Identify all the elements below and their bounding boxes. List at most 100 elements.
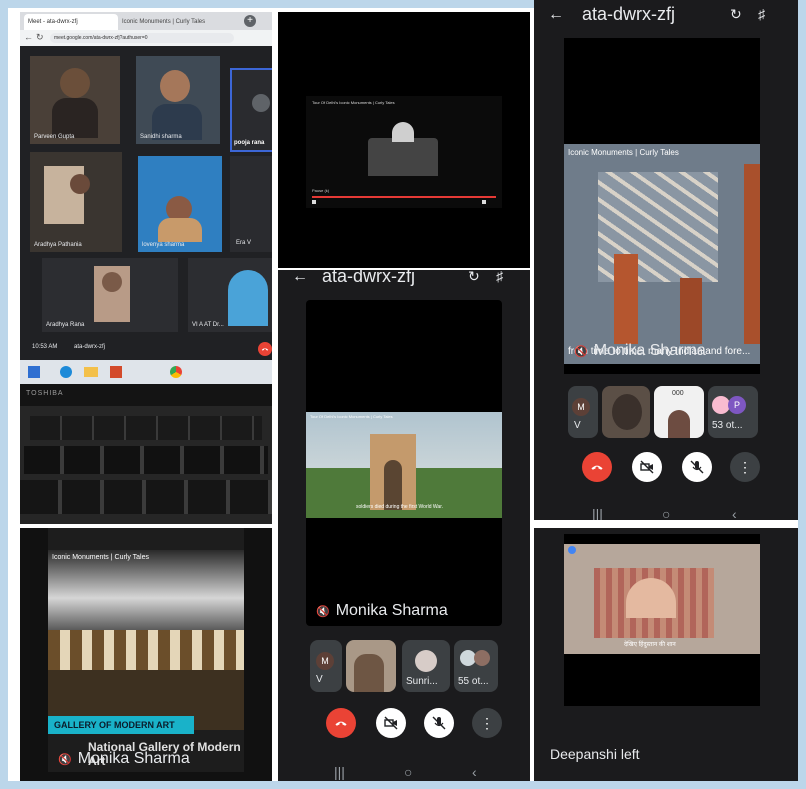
- video-progress-bar[interactable]: [312, 196, 496, 198]
- back-arrow-icon[interactable]: ←: [548, 6, 564, 24]
- mic-off-icon: 🔇: [316, 606, 330, 618]
- participant-name: pooja rana: [234, 140, 265, 146]
- participant-tile[interactable]: Aradhya Rana: [42, 258, 178, 332]
- edge-icon[interactable]: [60, 366, 72, 378]
- chrome-icon[interactable]: [170, 366, 182, 378]
- browser-address-bar[interactable]: ← ↻ meet.google.com/ata-dwrx-zfj?authuse…: [20, 30, 272, 46]
- participant-tile[interactable]: M V: [310, 640, 342, 692]
- laptop-bezel: TOSHIBA: [20, 384, 272, 406]
- participant-tile[interactable]: P 53 ot...: [708, 386, 758, 438]
- nav-home-icon[interactable]: ○: [662, 506, 670, 520]
- more-options-button[interactable]: ⋮: [472, 708, 502, 738]
- gallery-ceiling: [48, 550, 244, 630]
- video-title: Tour Of Delhi's Iconic Monuments | Curly…: [310, 414, 393, 419]
- new-tab-icon[interactable]: +: [244, 15, 256, 27]
- participant-tile[interactable]: Sanidhi sharma: [136, 56, 220, 144]
- nav-home-icon[interactable]: ○: [404, 764, 412, 780]
- video-controls[interactable]: [312, 200, 496, 206]
- avatar: [474, 650, 490, 666]
- avatar: P: [728, 396, 746, 414]
- end-call-button[interactable]: [582, 452, 612, 482]
- back-arrow-icon[interactable]: ←: [292, 270, 308, 286]
- participant-name: Aradhya Rana: [46, 322, 85, 328]
- back-icon[interactable]: ←: [24, 32, 33, 42]
- more-vert-icon: ⋮: [738, 459, 752, 475]
- speaker-icon[interactable]: ♯: [496, 270, 503, 284]
- participant-video: [160, 70, 190, 102]
- url-field[interactable]: meet.google.com/ata-dwrx-zfj?authuser=0: [50, 33, 234, 43]
- video-player[interactable]: Tour Of Delhi's Iconic Monuments | Curly…: [306, 96, 502, 208]
- participant-video: [228, 270, 268, 326]
- mic-toggle-button[interactable]: [424, 708, 454, 738]
- statue: [680, 278, 702, 344]
- speaker-icon[interactable]: ♯: [758, 6, 765, 22]
- participant-tile[interactable]: lovenya sharma: [138, 156, 222, 252]
- tab-meet[interactable]: Meet - ata-dwrx-zfj: [24, 14, 118, 30]
- participant-video: [70, 174, 90, 194]
- participant-tile[interactable]: [602, 386, 650, 438]
- camera-toggle-button[interactable]: [632, 452, 662, 482]
- tab-video[interactable]: Iconic Monuments | Curly Tales: [118, 14, 232, 30]
- presented-video: Iconic Monuments | Curly Tales GALLERY O…: [48, 528, 244, 772]
- meet-participant-grid: Parveen Gupta Sanidhi sharma pooja rana …: [20, 46, 272, 338]
- participant-tile[interactable]: Parveen Gupta: [30, 56, 120, 144]
- video-screenshot-panel: Tour Of Delhi's Iconic Monuments | Curly…: [278, 12, 530, 268]
- info-icon[interactable]: [568, 546, 576, 554]
- switch-camera-icon[interactable]: ↻: [730, 6, 742, 23]
- folder-icon[interactable]: [84, 367, 98, 377]
- video-progress-fill: [312, 196, 496, 198]
- participant-video: [612, 394, 642, 430]
- end-call-button[interactable]: [326, 708, 356, 738]
- participant-tile[interactable]: VI A AT Dr...: [188, 258, 272, 332]
- url-text: meet.google.com/ata-dwrx-zfj?authuser=0: [54, 35, 148, 41]
- mic-off-icon: 🔇: [574, 346, 588, 358]
- gallery-video-panel: Iconic Monuments | Curly Tales GALLERY O…: [20, 528, 272, 781]
- participant-video: [60, 68, 90, 98]
- participant-tile[interactable]: [346, 640, 396, 692]
- switch-camera-icon[interactable]: ↻: [468, 270, 480, 285]
- nav-recents-icon[interactable]: |||: [592, 506, 603, 520]
- key-row: [24, 446, 268, 474]
- participant-tile[interactable]: Aradhya Pathania: [30, 152, 122, 252]
- monument-dome: [392, 122, 414, 142]
- gallery-banner: GALLERY OF MODERN ART: [48, 716, 194, 734]
- camera-toggle-button[interactable]: [376, 708, 406, 738]
- media-icon[interactable]: [110, 366, 122, 378]
- windows-start-icon[interactable]: [28, 366, 40, 378]
- avatar: M: [316, 652, 334, 670]
- nav-recents-icon[interactable]: |||: [334, 764, 345, 780]
- participant-tile[interactable]: Sunri...: [402, 640, 450, 692]
- mic-toggle-button[interactable]: [682, 452, 712, 482]
- tile-label: 000: [672, 390, 684, 397]
- participant-name: Era V: [236, 240, 252, 246]
- video-caption: देखिए हिंदुस्तान की शान: [624, 642, 676, 648]
- avatar: [252, 94, 270, 112]
- meeting-code: ata-dwrx-zfj: [322, 270, 416, 286]
- play-icon[interactable]: [312, 200, 316, 204]
- participant-name: Parveen Gupta: [34, 134, 75, 140]
- nav-back-icon[interactable]: ‹: [472, 764, 477, 780]
- more-options-button[interactable]: ⋮: [730, 452, 760, 482]
- participant-name: lovenya sharma: [142, 242, 185, 248]
- avatar: [415, 650, 437, 672]
- presented-video: Iconic Monuments | Curly Tales from time…: [564, 144, 760, 364]
- laptop-photo: Meet - ata-dwrx-zfj Iconic Monuments | C…: [20, 12, 272, 524]
- phone-meet-center: ← ata-dwrx-zfj ↻ ♯ Tour Of Delhi's Iconi…: [278, 270, 530, 781]
- participant-tile-active[interactable]: pooja rana: [230, 68, 272, 152]
- participant-name: Sanidhi sharma: [140, 134, 182, 140]
- participant-tile[interactable]: 000: [654, 386, 704, 438]
- nav-back-icon[interactable]: ‹: [732, 506, 737, 520]
- participant-tile[interactable]: Era V: [230, 156, 272, 252]
- presentation-stage: देखिए हिंदुस्तान की शान: [564, 534, 760, 706]
- phone-meet-right: ← ata-dwrx-zfj ↻ ♯ Iconic Monuments | Cu…: [534, 0, 798, 520]
- presentation-stage: Tour Of Delhi's Iconic Monuments | Curly…: [306, 300, 502, 626]
- participant-tile[interactable]: M V: [568, 386, 598, 438]
- laptop-keyboard: [20, 406, 272, 524]
- fullscreen-icon[interactable]: [482, 200, 486, 204]
- reload-icon[interactable]: ↻: [36, 32, 44, 43]
- end-call-button[interactable]: [258, 342, 272, 356]
- meet-bottom-bar: 10:53 AM ata-dwrx-zfj: [20, 338, 272, 360]
- gallery-walls: [48, 630, 244, 670]
- participant-tile[interactable]: 55 ot...: [454, 640, 498, 692]
- tab-meet-title: Meet - ata-dwrx-zfj: [28, 19, 78, 25]
